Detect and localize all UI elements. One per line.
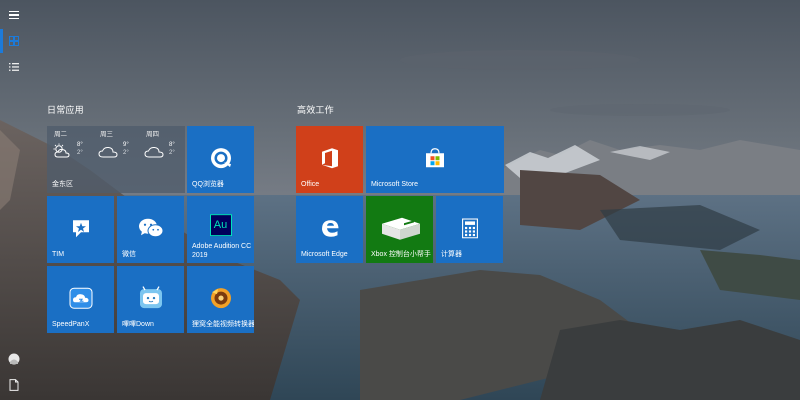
tile-label: 微信 [122,250,136,258]
app-list-icon [9,63,19,71]
tile-label-line: 2019 [192,251,208,259]
tile-label: Microsoft Edge [301,250,348,258]
video-converter-tile[interactable]: 狸窝全能视频转换器 [187,266,254,333]
microsoft-edge-tile[interactable]: Microsoft Edge [296,196,363,263]
tile-label: 狸窝全能视频转换器 [192,320,254,328]
qq-browser-icon [210,147,231,168]
adobe-audition-tile[interactable]: Au Adobe Audition CC 2019 [187,196,254,263]
tile-label: Microsoft Store [371,180,419,188]
store-bag-icon [426,147,444,167]
calculator-tile[interactable]: 计算器 [436,196,503,263]
cloudy-icon [144,146,164,158]
weather-high: 9° [123,142,129,148]
weather-day-name: 周四 [146,131,159,138]
tile-label: 计算器 [441,250,462,258]
weather-location: 金东区 [52,180,73,188]
weather-tile[interactable]: 周二 8° 2° 周三 9° 2° 周四 8° 2° 金东区 [47,126,185,193]
qq-browser-tile[interactable]: QQ浏览器 [187,126,254,193]
tile-label: Adobe Audition CC 2019 [192,243,251,260]
microsoft-store-tile[interactable]: Microsoft Store [366,126,504,193]
edge-icon [321,219,338,237]
tile-label: TIM [52,250,65,258]
calculator-icon [461,217,478,238]
start-left-rail [0,0,28,400]
tile-label: Office [301,180,320,188]
weather-day-name: 周二 [54,131,67,138]
group-title-work[interactable]: 高效工作 [297,103,334,116]
weather-low: 2° [77,150,83,156]
xbox-console-icon [381,217,420,240]
speedpanx-tile[interactable]: SpeedPanX [47,266,114,333]
audition-icon: Au [209,213,232,236]
group-title-daily-apps[interactable]: 日常应用 [47,103,84,116]
expand-menu-button[interactable] [0,2,28,28]
weather-high: 8° [169,142,175,148]
document-icon [9,379,19,391]
weather-low: 2° [169,150,175,156]
office-icon [321,147,338,168]
audition-icon-text: Au [213,218,228,231]
all-apps-button[interactable] [0,54,28,80]
partly-sunny-icon [53,143,70,158]
weather-low: 2° [123,150,129,156]
user-avatar-icon [8,353,20,365]
video-converter-icon [210,287,231,308]
tile-label: Xbox 控制台小帮手 [371,250,431,258]
tile-label: 嗶嗶Down [122,320,154,328]
pinned-tiles-button[interactable] [0,28,28,54]
tim-icon [72,219,89,237]
tim-tile[interactable]: TIM [47,196,114,263]
user-account-button[interactable] [0,346,28,372]
xbox-companion-tile[interactable]: Xbox 控制台小帮手 [366,196,433,263]
wechat-tile[interactable]: 微信 [117,196,184,263]
tile-label-line: Adobe Audition CC [192,243,252,250]
wechat-icon [138,218,163,237]
weather-day-name: 周三 [100,131,113,138]
cloudy-icon [98,146,118,158]
office-tile[interactable]: Office [296,126,363,193]
documents-button[interactable] [0,372,28,398]
bilibili-down-icon [139,285,162,308]
tile-label: SpeedPanX [52,320,90,328]
tiles-grid-icon [9,36,19,46]
weather-high: 8° [77,142,83,148]
speedpanx-icon [69,287,92,309]
bilibili-down-tile[interactable]: 嗶嗶Down [117,266,184,333]
hamburger-icon [9,9,19,21]
tile-label: QQ浏览器 [192,180,224,188]
